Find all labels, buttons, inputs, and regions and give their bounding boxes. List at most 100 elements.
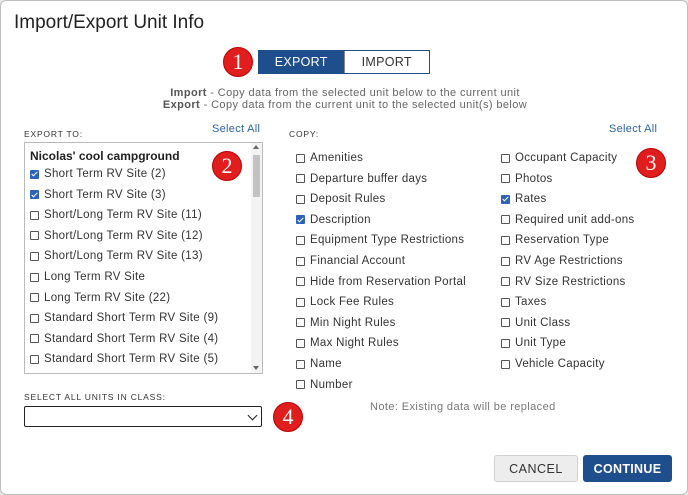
copy-option[interactable]: Description — [296, 214, 371, 226]
checkbox[interactable] — [501, 318, 510, 328]
unit-list-item[interactable]: Standard Short Term RV Site (9) — [30, 312, 218, 324]
copy-option[interactable]: Vehicle Capacity — [501, 358, 605, 370]
unit-list-item[interactable]: Short Term RV Site (2) — [30, 168, 166, 180]
chevron-down-icon — [247, 410, 258, 421]
copy-option[interactable]: Name — [296, 358, 342, 370]
unit-list-item[interactable]: Short/Long Term RV Site (12) — [30, 230, 203, 242]
copy-option-label: Financial Account — [310, 255, 406, 267]
checkbox[interactable] — [501, 153, 510, 163]
copy-option-label: Min Night Rules — [310, 316, 396, 329]
checkbox[interactable] — [30, 334, 39, 344]
checkbox[interactable] — [296, 256, 305, 266]
cancel-button[interactable]: CANCEL — [494, 455, 578, 482]
copy-option[interactable]: Occupant Capacity — [501, 152, 617, 164]
copy-option[interactable]: Unit Class — [501, 317, 570, 329]
scroll-up-arrow-icon[interactable] — [253, 145, 259, 149]
copy-option-label: Required unit add-ons — [515, 213, 635, 226]
checkbox[interactable] — [30, 231, 39, 241]
import-term: Import — [170, 87, 207, 99]
scroll-down-arrow-icon[interactable] — [253, 366, 259, 370]
export-select-all-link[interactable]: Select All — [212, 123, 260, 135]
copy-option[interactable]: Equipment Type Restrictions — [296, 234, 464, 246]
checkbox-checked[interactable] — [296, 215, 305, 225]
unit-list[interactable]: Nicolas' cool campground Short Term RV S… — [24, 142, 263, 374]
unit-list-item[interactable]: Standard Short Term RV Site (4) — [30, 333, 218, 345]
copy-option[interactable]: Unit Type — [501, 337, 566, 349]
copy-option-label: Number — [310, 378, 353, 391]
checkbox[interactable] — [296, 277, 305, 287]
checkbox-checked[interactable] — [501, 194, 510, 204]
checkbox[interactable] — [30, 313, 39, 323]
import-toggle-button[interactable]: IMPORT — [343, 51, 429, 73]
checkbox-checked[interactable] — [30, 190, 39, 200]
checkbox[interactable] — [30, 272, 39, 282]
copy-option[interactable]: Rates — [501, 193, 547, 205]
checkbox[interactable] — [501, 235, 510, 245]
checkbox[interactable] — [30, 210, 39, 220]
copy-option[interactable]: Financial Account — [296, 255, 405, 267]
unit-class-select[interactable] — [24, 406, 262, 427]
copy-option[interactable]: Amenities — [296, 152, 363, 164]
checkbox[interactable] — [296, 174, 305, 184]
copy-option[interactable]: Reservation Type — [501, 234, 609, 246]
checkbox[interactable] — [501, 174, 510, 184]
copy-option-label: Equipment Type Restrictions — [310, 234, 465, 247]
checkbox[interactable] — [296, 380, 305, 390]
checkbox[interactable] — [501, 215, 510, 225]
checkbox[interactable] — [30, 293, 39, 303]
mode-description: Import - Copy data from the selected uni… — [1, 87, 687, 111]
checkbox[interactable] — [296, 153, 305, 163]
unit-list-item-label: Standard Short Term RV Site (5) — [44, 353, 219, 366]
unit-list-item-label: Short/Long Term RV Site (12) — [44, 229, 203, 242]
dialog-title: Import/Export Unit Info — [14, 12, 205, 33]
unit-list-item[interactable]: Short/Long Term RV Site (13) — [30, 250, 203, 262]
copy-option[interactable]: Deposit Rules — [296, 193, 386, 205]
copy-option-label: Occupant Capacity — [515, 152, 618, 164]
copy-option[interactable]: Number — [296, 379, 353, 391]
unit-list-scrollbar[interactable] — [251, 143, 262, 373]
checkbox[interactable] — [296, 359, 305, 369]
step-badge-4: 4 — [273, 402, 303, 432]
scroll-thumb[interactable] — [253, 155, 260, 197]
checkbox[interactable] — [30, 251, 39, 261]
checkbox[interactable] — [501, 338, 510, 348]
import-text: - Copy data from the selected unit below… — [206, 87, 520, 99]
checkbox[interactable] — [296, 318, 305, 328]
copy-option-label: Deposit Rules — [310, 193, 386, 206]
copy-option-label: Unit Type — [515, 337, 567, 350]
copy-option[interactable]: RV Age Restrictions — [501, 255, 623, 267]
copy-option[interactable]: Departure buffer days — [296, 173, 427, 185]
checkbox[interactable] — [501, 256, 510, 266]
step-badge-1: 1 — [223, 47, 253, 77]
export-toggle-button[interactable]: EXPORT — [259, 51, 344, 73]
checkbox[interactable] — [501, 297, 510, 307]
unit-list-item[interactable]: Standard Short Term RV Site (5) — [30, 353, 218, 365]
copy-option[interactable]: Lock Fee Rules — [296, 296, 394, 308]
checkbox[interactable] — [501, 359, 510, 369]
copy-option[interactable]: Max Night Rules — [296, 337, 399, 349]
checkbox[interactable] — [501, 277, 510, 287]
continue-button[interactable]: CONTINUE — [583, 455, 672, 482]
checkbox[interactable] — [296, 338, 305, 348]
unit-list-item[interactable]: Short/Long Term RV Site (11) — [30, 209, 202, 221]
copy-option-label: Lock Fee Rules — [310, 296, 395, 309]
checkbox[interactable] — [30, 354, 39, 364]
copy-option-label: RV Age Restrictions — [515, 255, 623, 267]
checkbox[interactable] — [296, 194, 305, 204]
unit-list-item[interactable]: Long Term RV Site (22) — [30, 292, 170, 304]
unit-list-item-label: Short/Long Term RV Site (13) — [44, 250, 203, 263]
copy-select-all-link[interactable]: Select All — [609, 123, 657, 135]
copy-option[interactable]: Min Night Rules — [296, 317, 396, 329]
copy-option-label: Vehicle Capacity — [515, 358, 605, 370]
checkbox-checked[interactable] — [30, 169, 39, 179]
copy-option[interactable]: RV Size Restrictions — [501, 276, 626, 288]
copy-option[interactable]: Hide from Reservation Portal — [296, 276, 466, 288]
copy-option[interactable]: Taxes — [501, 296, 547, 308]
checkbox[interactable] — [296, 235, 305, 245]
checkbox[interactable] — [296, 297, 305, 307]
unit-list-item[interactable]: Short Term RV Site (3) — [30, 189, 166, 201]
copy-option[interactable]: Photos — [501, 173, 553, 185]
campground-group-label: Nicolas' cool campground — [30, 149, 180, 163]
unit-list-item[interactable]: Long Term RV Site — [30, 271, 145, 283]
copy-option[interactable]: Required unit add-ons — [501, 214, 634, 226]
